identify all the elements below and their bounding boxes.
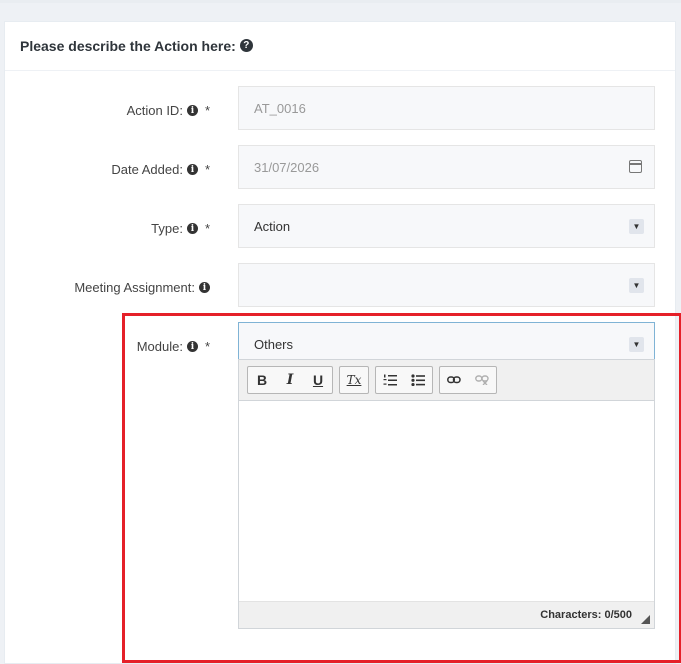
action-id-field: AT_0016	[238, 86, 655, 130]
list-group	[375, 366, 433, 394]
editor-toolbar: B I U Tx	[239, 360, 654, 401]
type-label: Type: i *	[151, 221, 210, 236]
question-circle-icon[interactable]: ?	[239, 38, 253, 52]
info-circle-icon[interactable]: i	[186, 164, 198, 175]
required-marker: *	[204, 162, 210, 177]
editor-footer: Characters: 0/500	[239, 601, 654, 628]
dropdown-caret-icon[interactable]: ▼	[629, 278, 644, 293]
dropdown-caret-icon[interactable]: ▼	[629, 337, 644, 352]
clear-format-icon: Tx	[346, 373, 362, 387]
bulleted-list-icon	[411, 374, 425, 386]
date-added-field: 31/07/2026	[238, 145, 655, 189]
description-editor: B I U Tx Characters: 0/500	[238, 359, 655, 629]
type-select[interactable]: Action ▼	[238, 204, 655, 248]
info-circle-icon[interactable]: i	[199, 282, 210, 293]
bold-button[interactable]: B	[248, 367, 276, 393]
italic-button[interactable]: I	[276, 367, 304, 393]
bulleted-list-button[interactable]	[404, 367, 432, 393]
required-marker: *	[204, 339, 210, 354]
panel-title: Please describe the Action here:	[20, 38, 236, 54]
clear-format-group: Tx	[339, 366, 369, 394]
numbered-list-button[interactable]	[376, 367, 404, 393]
top-strip	[0, 0, 681, 3]
link-group	[439, 366, 497, 394]
info-circle-icon[interactable]: i	[186, 105, 198, 116]
action-id-label: Action ID: i *	[126, 103, 210, 118]
unlink-icon	[475, 375, 489, 385]
underline-button[interactable]: U	[304, 367, 332, 393]
editor-text-area[interactable]	[239, 401, 654, 601]
meeting-assignment-label: Meeting Assignment: i	[74, 280, 210, 295]
link-button[interactable]	[440, 367, 468, 393]
info-circle-icon[interactable]: i	[186, 341, 198, 352]
dropdown-caret-icon[interactable]: ▼	[629, 219, 644, 234]
panel-header: Please describe the Action here: ?	[5, 22, 675, 71]
character-count: Characters: 0/500	[540, 609, 632, 621]
link-icon	[447, 376, 461, 384]
resize-handle-icon[interactable]	[641, 615, 650, 624]
numbered-list-icon	[383, 374, 397, 386]
required-marker: *	[204, 103, 210, 118]
clear-format-button[interactable]: Tx	[340, 367, 368, 393]
text-style-group: B I U	[247, 366, 333, 394]
unlink-button[interactable]	[468, 367, 496, 393]
date-added-label: Date Added: i *	[111, 162, 210, 177]
required-marker: *	[204, 221, 210, 236]
calendar-icon[interactable]	[629, 160, 642, 173]
meeting-assignment-select[interactable]: ▼	[238, 263, 655, 307]
module-label: Module: i *	[136, 339, 210, 354]
info-circle-icon[interactable]: i	[186, 223, 198, 234]
